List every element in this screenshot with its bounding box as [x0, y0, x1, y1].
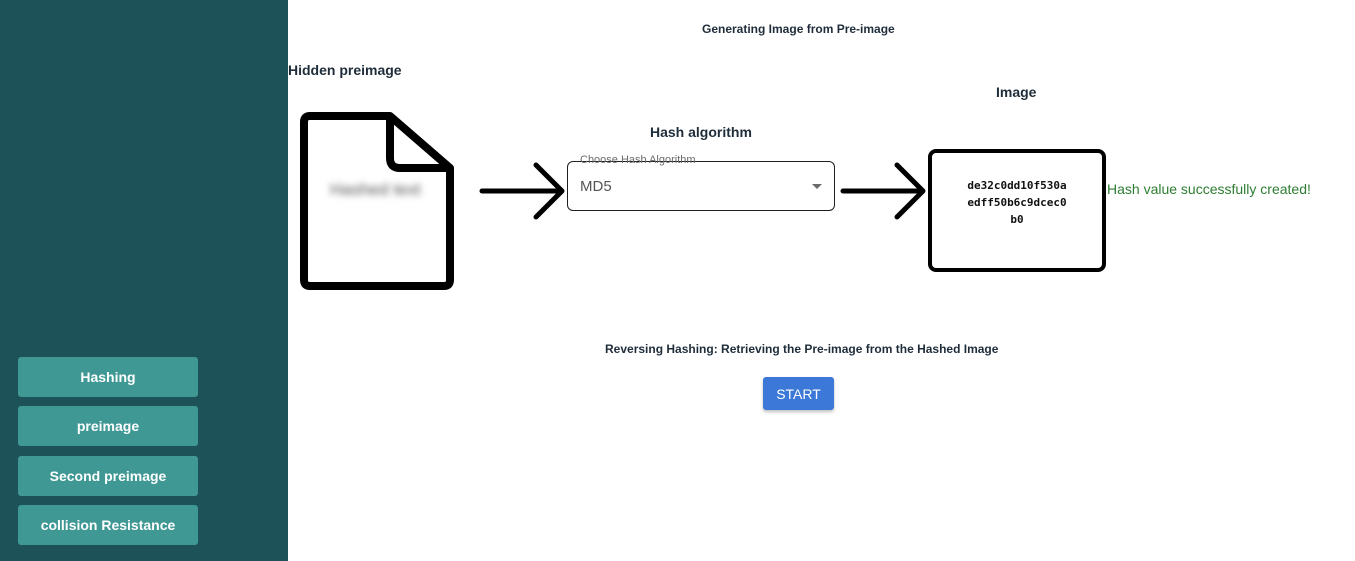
hash-line: de32c0dd10f530a — [967, 179, 1067, 192]
start-button[interactable]: START — [763, 377, 834, 410]
success-message: Hash value successfully created! — [1107, 181, 1311, 197]
document-icon-container: Hashed text — [300, 112, 458, 290]
page-title: Generating Image from Pre-image — [702, 22, 895, 36]
sidebar-item-collision-resistance[interactable]: collision Resistance — [18, 505, 198, 545]
hash-algorithm-label: Hash algorithm — [650, 124, 752, 140]
hash-value: de32c0dd10f530a edff50b6c9dcec0 b0 — [932, 177, 1102, 228]
main-content: Generating Image from Pre-image Hidden p… — [288, 0, 1355, 561]
select-label: Choose Hash Algorithm — [580, 154, 696, 166]
image-label: Image — [996, 84, 1037, 100]
hash-image-box: de32c0dd10f530a edff50b6c9dcec0 b0 — [928, 149, 1106, 272]
hash-line: b0 — [1010, 213, 1024, 226]
arrow-right-icon — [479, 162, 565, 220]
reverse-hashing-title: Reversing Hashing: Retrieving the Pre-im… — [605, 342, 999, 356]
hidden-preimage-text: Hashed text — [330, 180, 421, 199]
sidebar-item-preimage[interactable]: preimage — [18, 406, 198, 446]
sidebar: Hashing preimage Second preimage collisi… — [0, 0, 288, 561]
hash-algorithm-select[interactable]: Choose Hash Algorithm MD5 — [567, 154, 835, 211]
arrow-right-icon — [840, 162, 926, 220]
hash-line: edff50b6c9dcec0 — [967, 196, 1067, 209]
sidebar-item-second-preimage[interactable]: Second preimage — [18, 456, 198, 496]
document-icon — [300, 112, 454, 290]
sidebar-item-hashing[interactable]: Hashing — [18, 357, 198, 397]
select-value: MD5 — [580, 178, 612, 195]
hidden-preimage-label: Hidden preimage — [288, 62, 402, 78]
caret-down-icon[interactable] — [812, 184, 822, 189]
